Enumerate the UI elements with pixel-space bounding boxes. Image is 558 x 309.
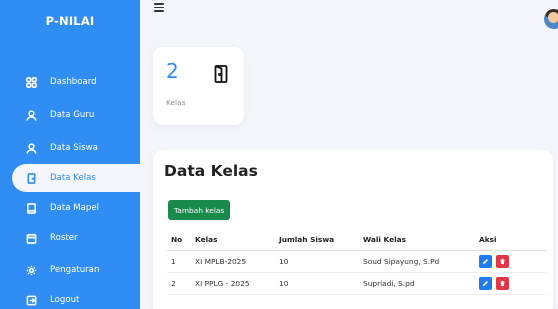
kelas-count: 2: [166, 59, 179, 83]
logout-icon: [24, 293, 38, 307]
cell-jumlah-siswa: 10: [275, 272, 359, 295]
column-header-no: No: [167, 230, 191, 251]
cell-no: 2: [167, 272, 191, 295]
column-header-aksi: Aksi: [475, 230, 547, 251]
trash-icon: [500, 258, 505, 264]
sidebar-item-data-mapel[interactable]: Data Mapel: [0, 194, 140, 222]
sidebar-item-label: Data Guru: [50, 110, 95, 120]
sidebar-item-label: Logout: [50, 295, 80, 305]
sidebar-item-label: Data Siswa: [50, 143, 98, 153]
door-icon: [24, 171, 38, 185]
trash-icon: [500, 280, 505, 286]
brand-logo: P-NILAI: [45, 14, 95, 28]
sidebar-item-label: Dashboard: [50, 77, 97, 87]
column-header-wali-kelas: Wali Kelas: [359, 230, 475, 251]
sidebar-item-pengaturan[interactable]: Pengaturan: [0, 256, 140, 284]
sidebar-item-dashboard[interactable]: Dashboard: [0, 68, 140, 96]
cell-wali-kelas: Soud Sipayung, S.Pd: [359, 250, 475, 273]
cell-kelas: XI PPLG - 2025: [191, 272, 275, 295]
column-header-kelas: Kelas: [191, 230, 275, 251]
add-kelas-button[interactable]: Tambah kelas: [168, 200, 231, 220]
book-icon: [24, 201, 38, 215]
sidebar-item-data-guru[interactable]: Data Guru: [0, 101, 140, 129]
cell-aksi: [475, 250, 547, 273]
sidebar-item-label: Roster: [50, 233, 78, 243]
kelas-table: No Kelas Jumlah Siswa Wali Kelas Aksi 1 …: [167, 230, 547, 295]
sidebar-item-data-kelas[interactable]: Data Kelas: [12, 164, 140, 192]
sidebar-item-roster[interactable]: Roster: [0, 224, 140, 252]
cell-wali-kelas: Supriadi, S.pd: [359, 272, 475, 295]
table-row: 1 XI MPLB-2025 10 Soud Sipayung, S.Pd: [167, 250, 547, 273]
door-icon: [214, 65, 228, 83]
edit-button[interactable]: [479, 254, 492, 268]
cell-jumlah-siswa: 10: [275, 250, 359, 273]
kelas-stat-label: Kelas: [166, 98, 186, 107]
data-kelas-panel: Data Kelas Tambah kelas No Kelas Jumlah …: [153, 150, 553, 309]
menu-toggle-icon[interactable]: [154, 3, 164, 12]
delete-button[interactable]: [496, 254, 509, 268]
sidebar-item-logout[interactable]: Logout: [0, 286, 140, 309]
delete-button[interactable]: [496, 276, 509, 290]
sidebar-item-label: Pengaturan: [50, 265, 100, 275]
cell-kelas: XI MPLB-2025: [191, 250, 275, 273]
pencil-icon: [482, 258, 489, 264]
avatar[interactable]: [544, 9, 558, 29]
kelas-stat-card: 2 Kelas: [153, 47, 244, 125]
page-title: Data Kelas: [164, 162, 258, 180]
gear-icon: [24, 263, 38, 277]
column-header-jumlah-siswa: Jumlah Siswa: [275, 230, 359, 251]
cell-no: 1: [167, 250, 191, 273]
table-header-row: No Kelas Jumlah Siswa Wali Kelas Aksi: [167, 230, 547, 251]
sidebar: P-NILAI Dashboard Data Guru Data Siswa D…: [0, 0, 140, 309]
user-icon: [24, 141, 38, 155]
user-icon: [24, 108, 38, 122]
table-row: 2 XI PPLG - 2025 10 Supriadi, S.pd: [167, 272, 547, 295]
pencil-icon: [482, 280, 489, 286]
sidebar-item-label: Data Mapel: [50, 203, 100, 213]
cell-aksi: [475, 272, 547, 295]
sidebar-item-data-siswa[interactable]: Data Siswa: [0, 134, 140, 162]
edit-button[interactable]: [479, 276, 492, 290]
sidebar-item-label: Data Kelas: [50, 173, 96, 183]
dashboard-icon: [24, 75, 38, 89]
calendar-icon: [24, 231, 38, 245]
